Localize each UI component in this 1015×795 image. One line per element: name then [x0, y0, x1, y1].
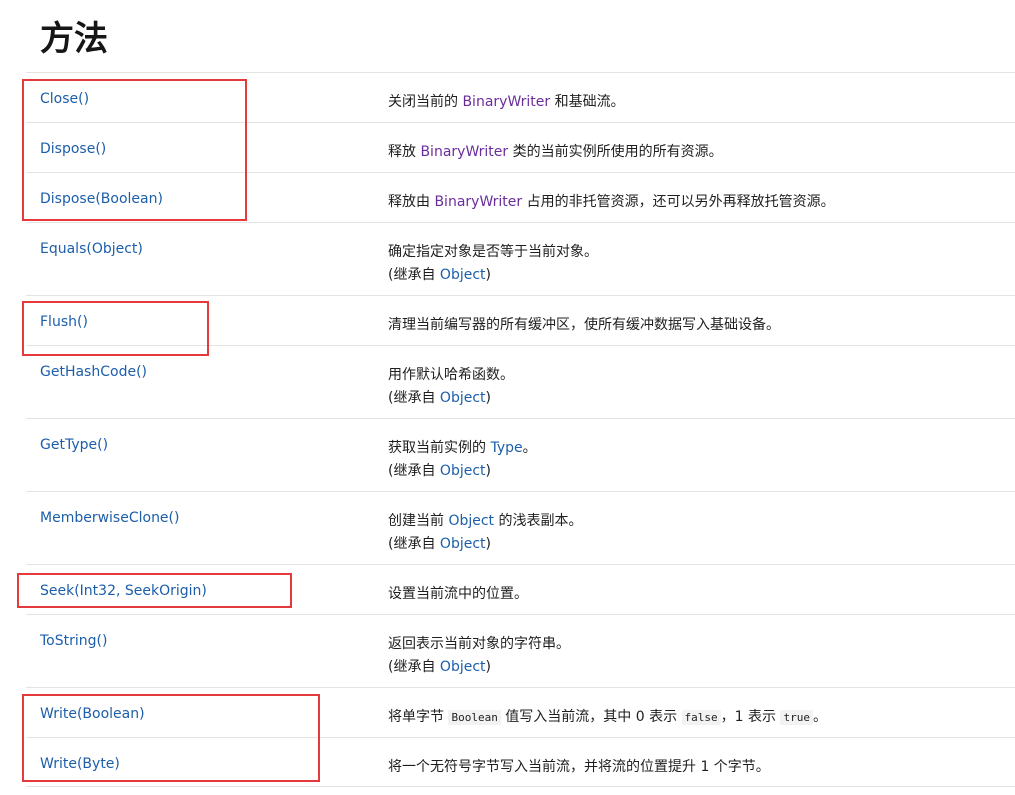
type-link-object[interactable]: Object [448, 513, 494, 529]
type-link-binarywriter[interactable]: BinaryWriter [420, 144, 508, 160]
inherited-from: (继承自 Object) [388, 659, 491, 675]
description-text: 确定指定对象是否等于当前对象。 [388, 244, 598, 260]
method-description: 用作默认哈希函数。 (继承自 Object) [388, 364, 514, 410]
inherited-from: (继承自 Object) [388, 463, 491, 479]
method-description: 设置当前流中的位置。 [388, 583, 528, 606]
code-false: false [681, 710, 721, 725]
page-title: 方法 [40, 19, 108, 59]
table-row: Dispose() 释放 BinaryWriter 类的当前实例所使用的所有资源… [26, 122, 1015, 172]
description-text: ，1 表示 [720, 709, 781, 725]
description-text: 释放 [388, 144, 421, 160]
table-row: Write(Boolean) 将单字节 Boolean 值写入当前流，其中 0 … [26, 687, 1015, 737]
description-text: 和基础流。 [550, 94, 625, 110]
table-row: GetHashCode() 用作默认哈希函数。 (继承自 Object) [26, 345, 1015, 418]
method-description: 确定指定对象是否等于当前对象。 (继承自 Object) [388, 241, 598, 287]
description-text: 将一个无符号字节写入当前流，并将流的位置提升 1 个字节。 [388, 759, 770, 775]
table-row: Equals(Object) 确定指定对象是否等于当前对象。 (继承自 Obje… [26, 222, 1015, 295]
description-text: 释放由 [388, 194, 435, 210]
method-link-flush[interactable]: Flush() [40, 314, 88, 330]
method-link-seek[interactable]: Seek(Int32, SeekOrigin) [40, 583, 207, 599]
method-link-write-byte[interactable]: Write(Byte) [40, 756, 120, 772]
method-link-equals[interactable]: Equals(Object) [40, 241, 143, 257]
description-text: 关闭当前的 [388, 94, 463, 110]
description-text: 。 [812, 709, 827, 725]
description-text: 占用的非托管资源，还可以另外再释放托管资源。 [522, 194, 835, 210]
description-text: 。 [522, 440, 537, 456]
method-link-gettype[interactable]: GetType() [40, 437, 108, 453]
method-link-dispose[interactable]: Dispose() [40, 141, 106, 157]
type-link-type[interactable]: Type [490, 440, 522, 456]
type-link-object[interactable]: Object [440, 267, 486, 283]
description-text: 创建当前 [388, 513, 449, 529]
description-text: 值写入当前流，其中 0 表示 [500, 709, 682, 725]
method-link-gethashcode[interactable]: GetHashCode() [40, 364, 147, 380]
description-text: 清理当前编写器的所有缓冲区，使所有缓冲数据写入基础设备。 [388, 317, 780, 333]
description-text: 的浅表副本。 [494, 513, 583, 529]
table-row: ToString() 返回表示当前对象的字符串。 (继承自 Object) [26, 614, 1015, 687]
table-row: Flush() 清理当前编写器的所有缓冲区，使所有缓冲数据写入基础设备。 [26, 295, 1015, 345]
table-row: GetType() 获取当前实例的 Type。 (继承自 Object) [26, 418, 1015, 491]
table-row: Seek(Int32, SeekOrigin) 设置当前流中的位置。 [26, 564, 1015, 614]
method-description: 清理当前编写器的所有缓冲区，使所有缓冲数据写入基础设备。 [388, 314, 780, 337]
type-link-object[interactable]: Object [440, 659, 486, 675]
inherited-from: (继承自 Object) [388, 267, 491, 283]
type-link-object[interactable]: Object [440, 463, 486, 479]
method-description: 创建当前 Object 的浅表副本。 (继承自 Object) [388, 510, 583, 556]
table-row: Dispose(Boolean) 释放由 BinaryWriter 占用的非托管… [26, 172, 1015, 222]
method-description: 将一个无符号字节写入当前流，并将流的位置提升 1 个字节。 [388, 756, 770, 779]
method-link-write-boolean[interactable]: Write(Boolean) [40, 706, 145, 722]
method-link-tostring[interactable]: ToString() [40, 633, 107, 649]
code-boolean: Boolean [448, 710, 501, 725]
methods-table: Close() 关闭当前的 BinaryWriter 和基础流。 Dispose… [26, 72, 1015, 787]
description-text: 设置当前流中的位置。 [388, 586, 528, 602]
table-row: MemberwiseClone() 创建当前 Object 的浅表副本。 (继承… [26, 491, 1015, 564]
description-text: 返回表示当前对象的字符串。 [388, 636, 570, 652]
method-description: 关闭当前的 BinaryWriter 和基础流。 [388, 91, 625, 114]
inherited-from: (继承自 Object) [388, 536, 491, 552]
method-description: 获取当前实例的 Type。 (继承自 Object) [388, 437, 537, 483]
inherited-from: (继承自 Object) [388, 390, 491, 406]
method-link-close[interactable]: Close() [40, 91, 89, 107]
type-link-object[interactable]: Object [440, 390, 486, 406]
method-link-dispose-boolean[interactable]: Dispose(Boolean) [40, 191, 163, 207]
type-link-binarywriter[interactable]: BinaryWriter [434, 194, 522, 210]
type-link-object[interactable]: Object [440, 536, 486, 552]
code-true: true [780, 710, 813, 725]
description-text: 获取当前实例的 [388, 440, 491, 456]
description-text: 用作默认哈希函数。 [388, 367, 514, 383]
description-text: 将单字节 [388, 709, 449, 725]
method-description: 释放由 BinaryWriter 占用的非托管资源，还可以另外再释放托管资源。 [388, 191, 835, 214]
method-description: 返回表示当前对象的字符串。 (继承自 Object) [388, 633, 570, 679]
method-link-memberwiseclone[interactable]: MemberwiseClone() [40, 510, 179, 526]
table-row: Write(Byte) 将一个无符号字节写入当前流，并将流的位置提升 1 个字节… [26, 737, 1015, 787]
method-description: 将单字节 Boolean 值写入当前流，其中 0 表示 false ，1 表示 t… [388, 706, 827, 729]
type-link-binarywriter[interactable]: BinaryWriter [462, 94, 550, 110]
description-text: 类的当前实例所使用的所有资源。 [508, 144, 723, 160]
table-row: Close() 关闭当前的 BinaryWriter 和基础流。 [26, 72, 1015, 122]
method-description: 释放 BinaryWriter 类的当前实例所使用的所有资源。 [388, 141, 723, 164]
